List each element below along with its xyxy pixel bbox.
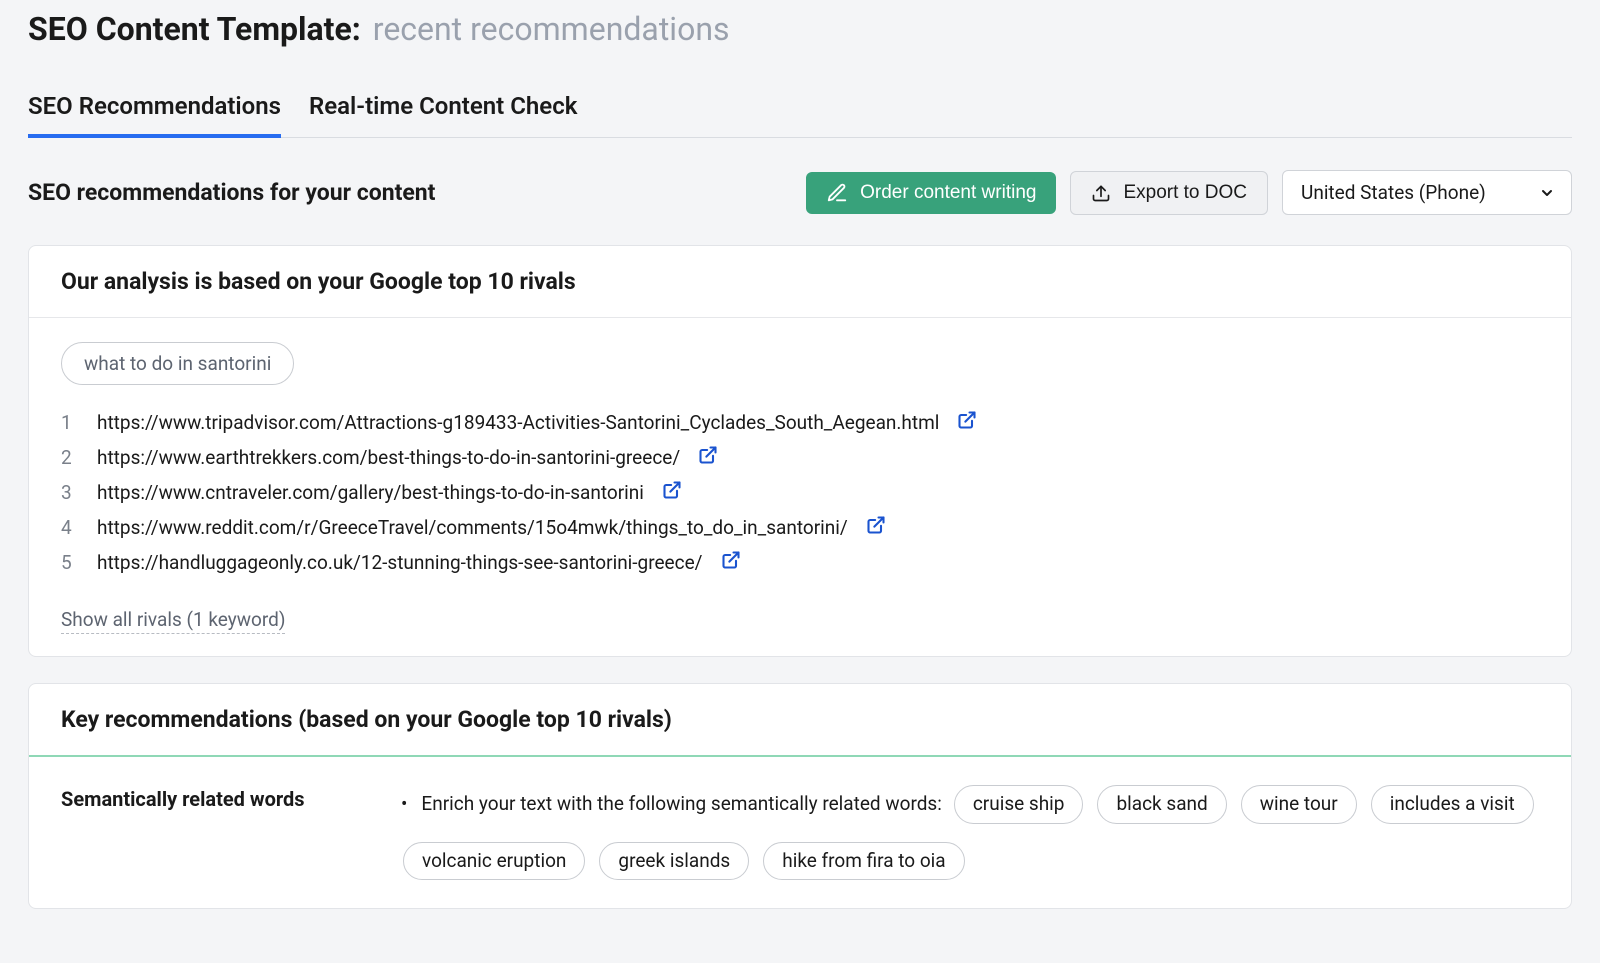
semantic-words-line: • Enrich your text with the following se… (401, 781, 1551, 884)
rival-url: https://www.cntraveler.com/gallery/best-… (97, 481, 644, 504)
content-header: SEO recommendations for your content Ord… (28, 170, 1572, 215)
rival-number: 3 (61, 481, 79, 504)
rival-number: 4 (61, 516, 79, 539)
rival-row: 1 https://www.tripadvisor.com/Attraction… (61, 405, 1539, 440)
region-select-value: United States (Phone) (1301, 181, 1486, 204)
rival-url: https://www.reddit.com/r/GreeceTravel/co… (97, 516, 848, 539)
export-to-doc-button[interactable]: Export to DOC (1070, 171, 1268, 215)
external-link-icon[interactable] (698, 445, 718, 470)
tab-realtime-content-check[interactable]: Real-time Content Check (309, 84, 577, 138)
semantic-word-pill[interactable]: includes a visit (1371, 785, 1534, 824)
show-all-rivals-link[interactable]: Show all rivals (1 keyword) (61, 608, 285, 634)
rival-number: 5 (61, 551, 79, 574)
rival-row: 3 https://www.cntraveler.com/gallery/bes… (61, 475, 1539, 510)
rival-row: 5 https://handluggageonly.co.uk/12-stunn… (61, 545, 1539, 580)
semantic-word-pill[interactable]: wine tour (1241, 785, 1357, 824)
export-to-doc-label: Export to DOC (1123, 182, 1247, 204)
page-title-prefix: SEO Content Template: (28, 10, 361, 48)
key-recommendations-card: Key recommendations (based on your Googl… (28, 683, 1572, 909)
bullet-icon: • (401, 784, 407, 824)
rivals-list: 1 https://www.tripadvisor.com/Attraction… (61, 405, 1539, 580)
external-link-icon[interactable] (662, 480, 682, 505)
order-content-writing-button[interactable]: Order content writing (806, 172, 1056, 214)
section-title: SEO recommendations for your content (28, 179, 435, 206)
external-link-icon[interactable] (721, 550, 741, 575)
region-select[interactable]: United States (Phone) (1282, 170, 1572, 215)
page-title-subject: recent recommendations (373, 10, 730, 48)
semantic-word-pill[interactable]: volcanic eruption (403, 842, 585, 881)
rivals-card: Our analysis is based on your Google top… (28, 245, 1572, 657)
upload-icon (1091, 183, 1111, 203)
semantic-word-pill[interactable]: hike from fira to oia (763, 842, 964, 881)
edit-icon (826, 182, 848, 204)
rival-url: https://www.tripadvisor.com/Attractions-… (97, 411, 939, 434)
semantic-row: Semantically related words • Enrich your… (61, 781, 1551, 884)
rival-number: 1 (61, 411, 79, 434)
semantic-word-pill[interactable]: cruise ship (954, 785, 1084, 824)
external-link-icon[interactable] (957, 410, 977, 435)
tab-seo-recommendations[interactable]: SEO Recommendations (28, 84, 281, 138)
key-recommendations-title: Key recommendations (based on your Googl… (29, 684, 1571, 757)
rival-url: https://handluggageonly.co.uk/12-stunnin… (97, 551, 703, 574)
chevron-down-icon (1539, 185, 1555, 201)
rival-url: https://www.earthtrekkers.com/best-thing… (97, 446, 680, 469)
semantic-label: Semantically related words (61, 781, 361, 884)
actions-bar: Order content writing Export to DOC Unit… (806, 170, 1572, 215)
semantic-word-pill[interactable]: greek islands (599, 842, 749, 881)
tabs: SEO Recommendations Real-time Content Ch… (28, 84, 1572, 138)
semantic-word-pill[interactable]: black sand (1097, 785, 1226, 824)
rival-row: 2 https://www.earthtrekkers.com/best-thi… (61, 440, 1539, 475)
rival-number: 2 (61, 446, 79, 469)
semantic-intro: Enrich your text with the following sema… (421, 784, 941, 824)
page-title-row: SEO Content Template: recent recommendat… (28, 10, 1572, 48)
rival-row: 4 https://www.reddit.com/r/GreeceTravel/… (61, 510, 1539, 545)
rivals-card-title: Our analysis is based on your Google top… (29, 246, 1571, 318)
external-link-icon[interactable] (866, 515, 886, 540)
keyword-pill[interactable]: what to do in santorini (61, 342, 294, 385)
order-content-writing-label: Order content writing (860, 182, 1036, 204)
